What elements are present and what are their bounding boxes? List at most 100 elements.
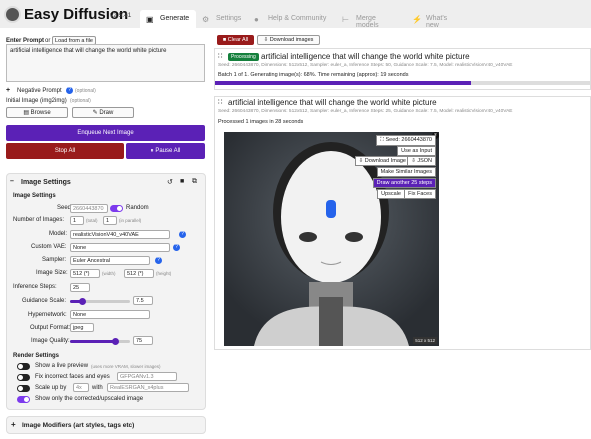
upscale-amount-select[interactable]: 4x xyxy=(73,383,89,392)
chat-icon: ● xyxy=(254,15,259,24)
init-image-label: Initial Image (img2img) xyxy=(6,98,67,104)
progress-text: Batch 1 of 1. Generating image(s): 68%. … xyxy=(218,72,409,78)
model-label: Model: xyxy=(49,231,68,237)
task-prompt: artificial intelligence that will change… xyxy=(228,98,437,107)
live-preview-note: (uses more VRAM, slower images) xyxy=(91,364,161,369)
guidance-knob[interactable] xyxy=(79,298,86,305)
upscale-model-select[interactable]: RealESRGAN_x4plus xyxy=(107,383,189,392)
drag-handle-icon[interactable]: ∷ xyxy=(218,52,222,60)
vae-help-icon[interactable]: ? xyxy=(173,244,180,251)
info-icon[interactable]: ? xyxy=(66,87,73,94)
gear-icon: ⚙ xyxy=(202,15,210,24)
fix-faces-label: Fix incorrect faces and eyes xyxy=(35,374,110,380)
seed-input[interactable]: 2660443870 xyxy=(70,204,108,213)
quality-fill xyxy=(70,340,115,343)
face-model-select[interactable]: GFPGANv1.3 xyxy=(117,372,177,381)
trash-icon[interactable]: ■ xyxy=(180,178,184,185)
num-images-label: Number of Images: xyxy=(13,217,65,223)
download-image-button[interactable]: ⇩ Download Image xyxy=(354,156,410,166)
upscale-label: Scale up by xyxy=(35,385,67,391)
image-dimensions: 512 x 512 xyxy=(413,337,437,344)
random-seed-toggle[interactable] xyxy=(110,205,123,212)
sampler-select[interactable]: Euler Ancestral xyxy=(70,256,150,265)
progress-bar xyxy=(215,81,591,85)
hypernetwork-select[interactable]: None xyxy=(70,310,150,319)
top-bar: Easy Diffusion v2.5.41 ▣ Generate ⚙ Settin… xyxy=(0,0,591,30)
use-as-input-button[interactable]: Use as Input xyxy=(397,146,436,156)
plus-icon[interactable]: + xyxy=(6,87,10,94)
copy-icon[interactable]: ⧉ xyxy=(192,178,197,186)
fix-faces-toggle[interactable] xyxy=(17,374,30,381)
app-logo xyxy=(4,6,21,23)
num-images-total-input[interactable]: 1 xyxy=(70,216,84,225)
tab-whats-new[interactable]: ⚡ What's new xyxy=(406,10,464,30)
draw-button[interactable]: ✎ Draw xyxy=(72,107,134,118)
upscale-with-label: with xyxy=(92,385,103,391)
generated-image[interactable]: × ⛶ Seed: 2660443870 Use as Input ⇩ Down… xyxy=(224,132,439,346)
height-select[interactable]: 512 (*) xyxy=(124,269,154,278)
reset-icon[interactable]: ↺ xyxy=(167,178,173,186)
guidance-slider[interactable] xyxy=(70,298,130,305)
quality-input[interactable]: 75 xyxy=(133,336,153,345)
upscale-button[interactable]: Upscale xyxy=(377,189,405,199)
clear-all-button[interactable]: ■ Clear All xyxy=(217,35,254,45)
progress-fill xyxy=(215,81,472,85)
num-images-parallel-label: (in parallel) xyxy=(119,218,142,223)
task-prompt: artificial intelligence that will change… xyxy=(261,52,470,61)
width-label: (width) xyxy=(102,271,116,276)
quality-slider[interactable] xyxy=(70,338,130,345)
quality-knob[interactable] xyxy=(112,338,119,345)
download-images-button[interactable]: ⇩ Download images xyxy=(257,35,320,45)
live-preview-toggle[interactable] xyxy=(17,363,30,370)
output-format-select[interactable]: jpeg xyxy=(70,323,94,332)
image-size-label: Image Size: xyxy=(36,270,68,276)
image-modifiers-panel[interactable]: + Image Modifiers (art styles, tags etc) xyxy=(6,416,206,434)
browse-button[interactable]: ▤ Browse xyxy=(6,107,68,118)
negative-prompt-label[interactable]: Negative Prompt xyxy=(17,88,62,94)
only-corrected-toggle[interactable] xyxy=(17,396,30,403)
plus-icon: + xyxy=(11,420,16,429)
task-processing: ∷ Processing artificial intelligence tha… xyxy=(214,48,591,90)
sampler-label: Sampler: xyxy=(42,257,67,263)
pause-all-button[interactable]: ⏸ Pause All xyxy=(126,143,205,159)
height-label: (height) xyxy=(156,271,172,276)
task-meta: Seed: 2660443870, Dimensions: 512x512, S… xyxy=(218,109,513,114)
make-similar-button[interactable]: Make Similar Images xyxy=(376,167,436,177)
task-status: Processed 1 images in 28 seconds xyxy=(218,119,304,125)
fix-faces-button[interactable]: Fix Faces xyxy=(404,189,436,199)
model-select[interactable]: realisticVisionV40_v40VAE xyxy=(70,230,170,239)
upscale-toggle[interactable] xyxy=(17,385,30,392)
tab-help[interactable]: ● Help & Community xyxy=(248,10,334,30)
tab-generate[interactable]: ▣ Generate xyxy=(140,10,196,30)
guidance-label: Guidance Scale: xyxy=(22,298,67,304)
num-images-parallel-input[interactable]: 1 xyxy=(103,216,117,225)
tab-merge-models[interactable]: ⊢ Merge models xyxy=(336,10,404,30)
only-corrected-label: Show only the corrected/upscaled image xyxy=(35,396,144,402)
image-modifiers-label: Image Modifiers (art styles, tags etc) xyxy=(22,422,135,429)
image-settings-panel: – Image Settings ↺ ■ ⧉ Image Settings Se… xyxy=(6,173,206,410)
app-version: v2.5.41 xyxy=(110,12,132,19)
render-settings-header: Render Settings xyxy=(13,353,60,359)
json-button[interactable]: ⇩ JSON xyxy=(407,156,436,166)
status-badge: Processing xyxy=(228,53,259,61)
task-meta: Seed: 2660443870, Dimensions: 512x512, S… xyxy=(218,63,513,68)
tab-settings[interactable]: ⚙ Settings xyxy=(196,10,246,30)
vae-select[interactable]: None xyxy=(70,243,170,252)
prompt-input[interactable]: artificial intelligence that will change… xyxy=(6,44,205,82)
sampler-help-icon[interactable]: ? xyxy=(155,257,162,264)
negative-optional: (optional) xyxy=(75,88,96,94)
image-settings-header[interactable]: Image Settings xyxy=(21,179,71,186)
width-select[interactable]: 512 (*) xyxy=(70,269,100,278)
seed-button[interactable]: ⛶ Seed: 2660443870 xyxy=(376,135,436,146)
collapse-icon[interactable]: – xyxy=(10,178,14,185)
stop-all-button[interactable]: Stop All xyxy=(6,143,124,159)
image-quality-label: Image Quality: xyxy=(31,338,70,344)
enqueue-button[interactable]: Enqueue Next Image xyxy=(6,125,205,141)
drag-handle-icon[interactable]: ∷ xyxy=(218,98,222,106)
init-image-optional: (optional) xyxy=(70,98,91,104)
bolt-icon: ⚡ xyxy=(412,15,422,24)
guidance-input[interactable]: 7.5 xyxy=(133,296,153,305)
steps-input[interactable]: 25 xyxy=(70,283,90,292)
draw-more-steps-button[interactable]: Draw another 25 steps xyxy=(372,178,436,188)
model-help-icon[interactable]: ? xyxy=(179,231,186,238)
